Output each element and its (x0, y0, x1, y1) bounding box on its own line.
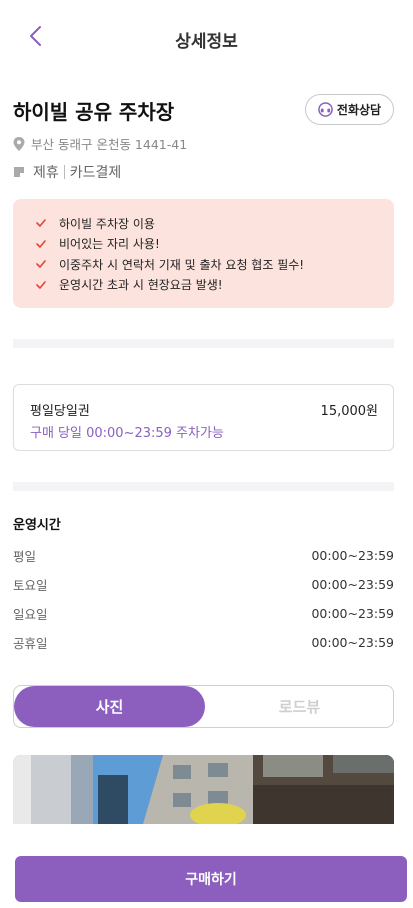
check-icon (36, 219, 46, 228)
tab-roadview[interactable]: 로드뷰 (205, 686, 393, 727)
phone-consult-button[interactable]: 전화상담 (305, 94, 394, 125)
notice-text: 비어있는 자리 사용! (59, 237, 160, 252)
hours-row: 평일 00:00~23:59 (13, 541, 394, 570)
hours-row: 일요일 00:00~23:59 (13, 599, 394, 628)
notice-item: 하이빌 주차장 이용 (35, 213, 394, 234)
ticket-name: 평일당일권 (30, 404, 90, 419)
hours-title: 운영시간 (13, 518, 61, 533)
hours-list: 평일 00:00~23:59 토요일 00:00~23:59 일요일 00:00… (13, 541, 394, 657)
page-title: 상세정보 (175, 32, 238, 52)
notice-item: 비어있는 자리 사용! (35, 234, 394, 255)
hours-row: 공휴일 00:00~23:59 (13, 628, 394, 657)
location-pin-icon (13, 136, 25, 151)
notice-text: 운영시간 초과 시 현장요금 발생! (59, 278, 223, 293)
app-header: 상세정보 (0, 0, 413, 72)
check-icon (36, 280, 46, 289)
hours-time: 00:00~23:59 (311, 635, 394, 650)
hours-day: 일요일 (13, 607, 48, 622)
hours-day: 평일 (13, 549, 37, 564)
notice-text: 이중주차 시 연락처 기재 및 출차 요청 협조 필수! (59, 257, 305, 272)
notice-item: 이중주차 시 연락처 기재 및 출차 요청 협조 필수! (35, 254, 394, 275)
hours-time: 00:00~23:59 (311, 548, 394, 563)
tag-card-payment: 카드결제 (69, 165, 122, 181)
section-divider (13, 339, 394, 348)
address-text: 부산 동래구 온천동 1441-41 (31, 137, 188, 152)
tab-photo[interactable]: 사진 (14, 686, 205, 727)
tag-divider (63, 165, 65, 179)
section-divider (13, 482, 394, 491)
purchase-button[interactable]: 구매하기 (15, 856, 407, 902)
hours-time: 00:00~23:59 (311, 606, 394, 621)
check-icon (36, 260, 46, 269)
address-row: 부산 동래구 온천동 1441-41 (13, 134, 187, 153)
ticket-description: 구매 당일 00:00~23:59 주차가능 (30, 426, 224, 441)
hours-day: 토요일 (13, 578, 48, 593)
tag-row: 제휴 카드결제 (13, 162, 121, 182)
notice-box: 하이빌 주차장 이용 비어있는 자리 사용! 이중주차 시 연락처 기재 및 출… (13, 199, 394, 308)
headset-icon (318, 102, 333, 117)
notice-item: 운영시간 초과 시 현장요금 발생! (35, 275, 394, 296)
hours-row: 토요일 00:00~23:59 (13, 570, 394, 599)
hours-day: 공휴일 (13, 636, 48, 651)
parking-lot-name: 하이빌 공유 주차장 (13, 100, 175, 124)
hours-time: 00:00~23:59 (311, 577, 394, 592)
ticket-card[interactable]: 평일당일권 15,000원 구매 당일 00:00~23:59 주차가능 (13, 384, 394, 451)
photo-roadview-tabs: 사진 로드뷰 (13, 685, 394, 728)
phone-consult-label: 전화상담 (336, 103, 382, 117)
check-icon (36, 239, 46, 248)
tag-icon (14, 167, 24, 177)
parking-lot-photo[interactable] (13, 755, 394, 824)
notice-text: 하이빌 주차장 이용 (59, 216, 155, 231)
tag-partner: 제휴 (33, 165, 59, 181)
ticket-price: 15,000원 (320, 404, 378, 419)
